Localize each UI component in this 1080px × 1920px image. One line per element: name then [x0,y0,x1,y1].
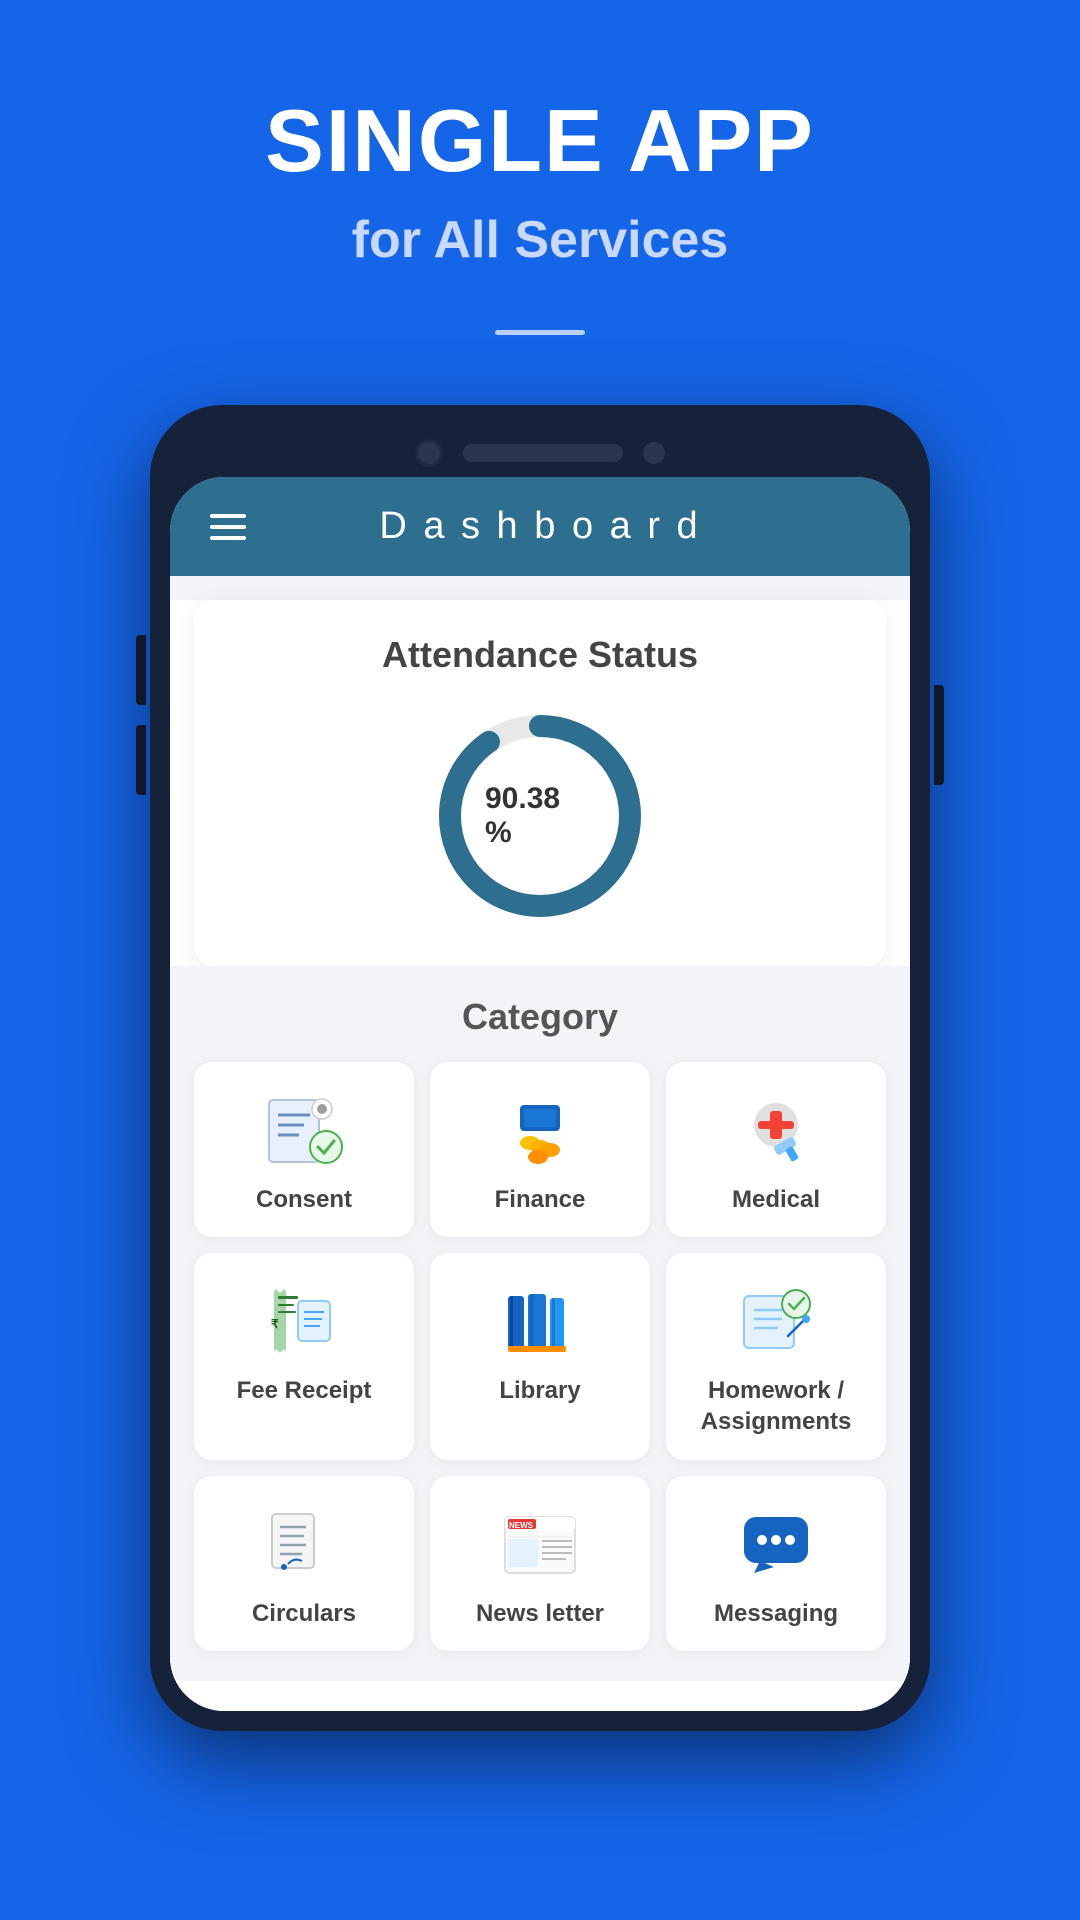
medical-icon [731,1090,821,1170]
medical-label: Medical [732,1184,820,1215]
category-newsletter[interactable]: NEWS News letter [430,1476,650,1651]
hamburger-menu[interactable] [210,514,246,540]
fee-receipt-label: Fee Receipt [237,1375,372,1406]
consent-label: Consent [256,1184,352,1215]
side-button-left1 [136,635,146,705]
category-medical[interactable]: Medical [666,1062,886,1237]
hamburger-line [210,525,246,529]
hero-subtitle: for All Services [352,210,729,270]
dashboard-header: D a s h b o a r d [170,477,910,576]
svg-text:NEWS: NEWS [509,1521,534,1530]
newsletter-label: News letter [476,1598,604,1629]
library-icon [495,1281,585,1361]
messaging-label: Messaging [714,1598,838,1629]
side-button-right [934,685,944,785]
category-fee-receipt[interactable]: ₹ Fee Receipt [194,1253,414,1459]
svg-text:₹: ₹ [271,1317,279,1331]
consent-icon [259,1090,349,1170]
hero-title: SINGLE APP [265,90,815,192]
sensor-notch [643,442,665,464]
library-label: Library [499,1375,580,1406]
circulars-label: Circulars [252,1598,356,1629]
phone-frame: D a s h b o a r d Attendance Status 90.3… [150,405,930,1731]
hero-section: SINGLE APP for All Services [0,0,1080,335]
phone-wrapper: D a s h b o a r d Attendance Status 90.3… [150,405,930,1731]
hero-divider [495,330,585,335]
attendance-chart: 90.38 % [430,706,650,926]
phone-screen: D a s h b o a r d Attendance Status 90.3… [170,477,910,1711]
attendance-percentage: 90.38 % [485,782,595,850]
category-circulars[interactable]: Circulars [194,1476,414,1651]
finance-label: Finance [495,1184,586,1215]
finance-icon [495,1090,585,1170]
category-library[interactable]: Library [430,1253,650,1459]
category-messaging[interactable]: Messaging [666,1476,886,1651]
screen-content: Attendance Status 90.38 % Category [170,600,910,1711]
homework-icon [731,1281,821,1361]
hamburger-line [210,536,246,540]
phone-notch [170,425,910,477]
circulars-icon [259,1504,349,1584]
category-consent[interactable]: Consent [194,1062,414,1237]
attendance-card: Attendance Status 90.38 % [194,600,886,966]
homework-label: Homework / Assignments [682,1375,870,1437]
fee-receipt-icon: ₹ [259,1281,349,1361]
category-title: Category [194,996,886,1038]
hamburger-line [210,514,246,518]
category-homework[interactable]: Homework / Assignments [666,1253,886,1459]
category-section: Category [170,966,910,1681]
speaker-notch [463,444,623,462]
camera-notch [415,439,443,467]
category-finance[interactable]: Finance [430,1062,650,1237]
dashboard-title: D a s h b o a r d [379,505,700,548]
messaging-icon [731,1504,821,1584]
side-button-left2 [136,725,146,795]
category-grid: Consent [194,1062,886,1651]
attendance-title: Attendance Status [382,634,698,676]
newsletter-icon: NEWS [495,1504,585,1584]
